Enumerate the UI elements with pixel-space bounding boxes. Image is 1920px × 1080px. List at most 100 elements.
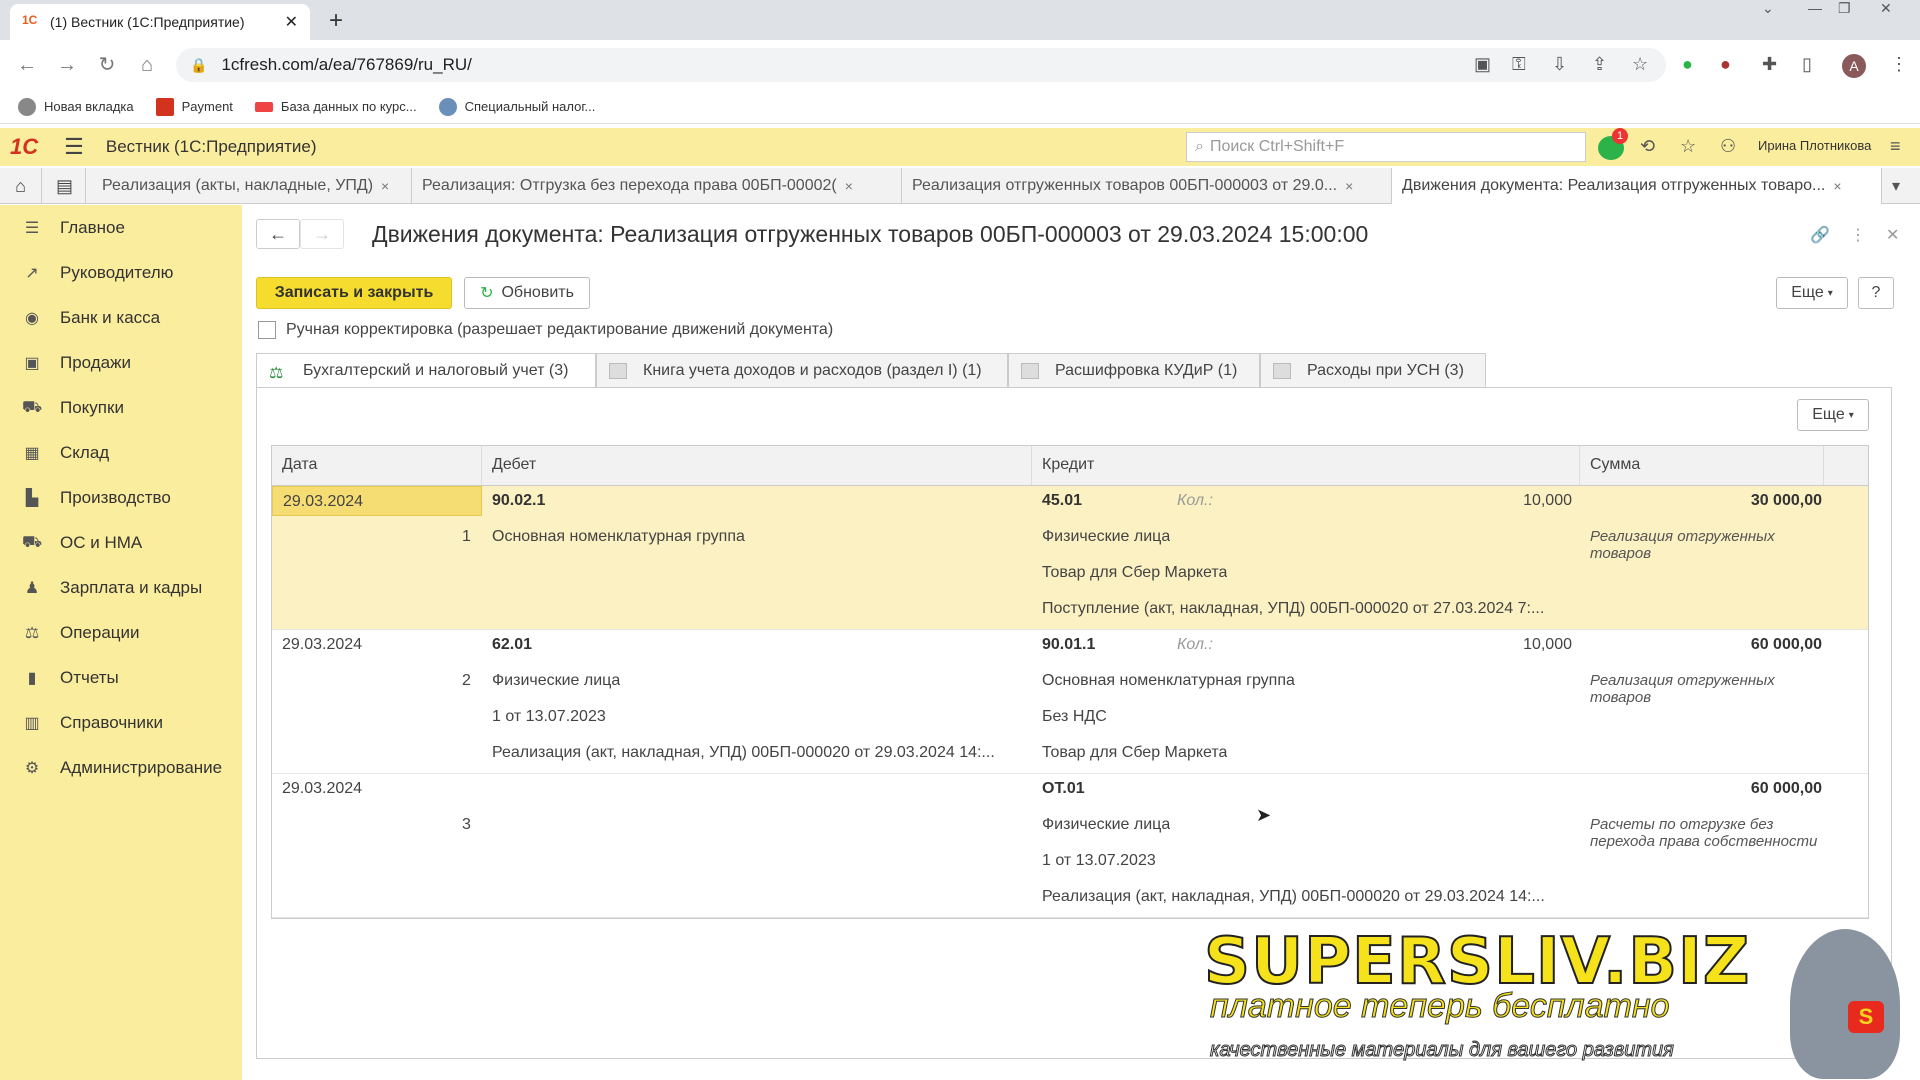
chevron-down-icon[interactable]: ⌄ bbox=[1762, 0, 1774, 22]
restore-button[interactable]: ❐ bbox=[1838, 0, 1851, 22]
sidebar-item-production[interactable]: ▙ Производство bbox=[0, 475, 242, 520]
settings-menu-icon[interactable]: ≡ bbox=[1890, 136, 1901, 157]
history-icon[interactable]: ⟲ bbox=[1640, 136, 1655, 157]
sidepanel-icon[interactable]: ▯ bbox=[1802, 54, 1812, 78]
table-icon bbox=[609, 362, 627, 379]
table-row[interactable]: 29.03.2024 2 62.01 Физические лица 1 от … bbox=[272, 630, 1868, 774]
flag-icon bbox=[254, 101, 273, 112]
sidebar-item-reports[interactable]: ▮ Отчеты bbox=[0, 655, 242, 700]
share-icon[interactable]: ⇪ bbox=[1592, 54, 1607, 78]
site-icon bbox=[438, 97, 457, 116]
shark-mascot-icon: S bbox=[1790, 929, 1900, 1079]
minimize-button[interactable]: — bbox=[1808, 0, 1822, 22]
bookmark-new-tab[interactable]: Новая вкладка bbox=[18, 97, 134, 116]
manual-edit-label: Ручная корректировка (разрешает редактир… bbox=[286, 321, 834, 338]
bookmark-payment[interactable]: Payment bbox=[155, 97, 233, 116]
notifications-icon[interactable]: 1 bbox=[1598, 128, 1628, 160]
tab-kudir-details[interactable]: Расшифровка КУДиР (1) bbox=[1008, 353, 1260, 387]
url-input[interactable]: 🔒 1cfresh.com/a/ea/767869/ru_RU/ bbox=[176, 48, 1666, 82]
person-icon: ♟ bbox=[24, 579, 40, 597]
sidebar-item-admin[interactable]: ⚙ Администрирование bbox=[0, 745, 242, 790]
gear-icon: ⚙ bbox=[24, 759, 40, 777]
credit-subconto: Основная номенклатурная группа bbox=[1042, 672, 1295, 689]
close-icon[interactable]: × bbox=[845, 178, 853, 194]
open-tab-active[interactable]: Движения документа: Реализация отгруженн… bbox=[1392, 168, 1882, 204]
table-icon bbox=[1021, 362, 1039, 379]
close-icon[interactable]: × bbox=[1345, 178, 1353, 194]
forward-icon[interactable]: → bbox=[54, 52, 80, 78]
bookmark-database[interactable]: База данных по курс... bbox=[254, 99, 417, 114]
accounting-icon: ⚖ bbox=[269, 364, 284, 382]
back-arrow-button[interactable]: ← bbox=[256, 219, 300, 249]
open-tab[interactable]: Реализация отгруженных товаров 00БП-0000… bbox=[902, 168, 1392, 204]
close-icon[interactable]: ✕ bbox=[285, 12, 298, 32]
title-row: ← → Движения документа: Реализация отгру… bbox=[256, 217, 1368, 251]
browser-menu-icon[interactable]: ⋮ bbox=[1890, 54, 1908, 78]
close-form-icon[interactable]: ✕ bbox=[1886, 225, 1899, 245]
browser-tab[interactable]: 1С (1) Вестник (1С:Предприятие) ✕ bbox=[10, 4, 310, 40]
debit-subconto: Реализация (акт, накладная, УПД) 00БП-00… bbox=[492, 744, 995, 761]
extension-icon[interactable]: ● bbox=[1720, 54, 1731, 78]
sidebar-item-operations[interactable]: ⚖ Операции bbox=[0, 610, 242, 655]
column-date[interactable]: Дата bbox=[272, 446, 482, 485]
sidebar-item-sales[interactable]: ▣ Продажи bbox=[0, 340, 242, 385]
payment-icon bbox=[155, 97, 174, 116]
extension-check-icon[interactable]: ● bbox=[1682, 54, 1693, 78]
download-icon[interactable]: ⇩ bbox=[1552, 54, 1567, 78]
credit-subconto: Физические лица bbox=[1042, 816, 1171, 833]
new-tab-button[interactable]: + bbox=[322, 8, 350, 36]
column-amount[interactable]: Сумма bbox=[1580, 446, 1824, 485]
key-icon[interactable]: ⚿ bbox=[1512, 54, 1526, 78]
star-icon[interactable]: ☆ bbox=[1632, 54, 1648, 78]
amount-note: Расчеты по отгрузке без перехода права с… bbox=[1590, 816, 1818, 850]
forward-arrow-button[interactable]: → bbox=[300, 219, 344, 249]
profile-avatar[interactable]: A bbox=[1842, 54, 1866, 78]
tabs-dropdown-icon[interactable]: ▾ bbox=[1882, 168, 1920, 204]
sidebar-item-purchases[interactable]: ⛟ Покупки bbox=[0, 385, 242, 430]
help-button[interactable]: ? bbox=[1858, 277, 1894, 309]
more-vertical-icon[interactable]: ⋮ bbox=[1850, 225, 1866, 245]
search-input[interactable]: ⌕ Поиск Ctrl+Shift+F bbox=[1186, 132, 1586, 162]
reload-icon[interactable]: ↻ bbox=[94, 52, 120, 78]
close-icon[interactable]: × bbox=[381, 178, 389, 194]
sidebar-item-warehouse[interactable]: ▦ Склад bbox=[0, 430, 242, 475]
user-icon[interactable]: ⚇ bbox=[1720, 136, 1736, 157]
open-tab[interactable]: Реализация: Отгрузка без перехода права … bbox=[412, 168, 902, 204]
home-page-button[interactable]: ⌂ bbox=[0, 168, 42, 204]
puzzle-icon[interactable]: ✚ bbox=[1762, 54, 1777, 78]
link-icon[interactable]: 🔗 bbox=[1810, 225, 1830, 245]
table-row[interactable]: 29.03.2024 1 90.02.1 Основная номенклату… bbox=[272, 486, 1868, 630]
sidebar-item-assets[interactable]: ⛟ ОС и НМА bbox=[0, 520, 242, 565]
grid-more-button[interactable]: Еще ▾ bbox=[1797, 399, 1869, 431]
table-row[interactable]: 29.03.2024 3 ОТ.01 Физические лица 1 от … bbox=[272, 774, 1868, 918]
more-button[interactable]: Еще ▾ bbox=[1776, 277, 1848, 309]
back-icon[interactable]: ← bbox=[14, 52, 40, 78]
user-name[interactable]: Ирина Плотникова bbox=[1758, 138, 1871, 153]
sidebar-item-main[interactable]: ☰ Главное bbox=[0, 205, 242, 250]
column-debit[interactable]: Дебет bbox=[482, 446, 1032, 485]
sidebar-item-payroll[interactable]: ♟ Зарплата и кадры bbox=[0, 565, 242, 610]
debit-subconto: Основная номенклатурная группа bbox=[492, 528, 745, 545]
credit-subconto: Без НДС bbox=[1042, 708, 1107, 725]
sidebar-item-manager[interactable]: ↗ Руководителю bbox=[0, 250, 242, 295]
refresh-button[interactable]: ↻ Обновить bbox=[464, 277, 590, 309]
windows-list-icon[interactable]: ▤ bbox=[44, 168, 86, 204]
sidebar-item-references[interactable]: ▥ Справочники bbox=[0, 700, 242, 745]
app-title: Вестник (1С:Предприятие) bbox=[105, 137, 317, 156]
tab-income-book[interactable]: Книга учета доходов и расходов (раздел I… bbox=[596, 353, 1008, 387]
clipboard-icon[interactable]: ▣ bbox=[1474, 54, 1491, 78]
hamburger-menu-icon[interactable]: ☰ bbox=[64, 134, 84, 160]
cart-icon: ⛟ bbox=[22, 398, 43, 416]
bookmark-special-tax[interactable]: Специальный налог... bbox=[438, 97, 595, 116]
window-close-button[interactable]: ✕ bbox=[1880, 0, 1892, 22]
sidebar-item-bank[interactable]: ◉ Банк и касса bbox=[0, 295, 242, 340]
save-and-close-button[interactable]: Записать и закрыть bbox=[256, 277, 452, 309]
tab-accounting[interactable]: ⚖ Бухгалтерский и налоговый учет (3) bbox=[256, 353, 596, 387]
manual-edit-checkbox[interactable] bbox=[258, 321, 276, 339]
favorites-star-icon[interactable]: ☆ bbox=[1680, 136, 1696, 157]
tab-usn-expenses[interactable]: Расходы при УСН (3) bbox=[1260, 353, 1486, 387]
home-icon[interactable]: ⌂ bbox=[134, 52, 160, 78]
open-tab[interactable]: Реализация (акты, накладные, УПД) × bbox=[92, 168, 412, 204]
close-icon[interactable]: × bbox=[1833, 178, 1841, 194]
column-credit[interactable]: Кредит bbox=[1032, 446, 1580, 485]
